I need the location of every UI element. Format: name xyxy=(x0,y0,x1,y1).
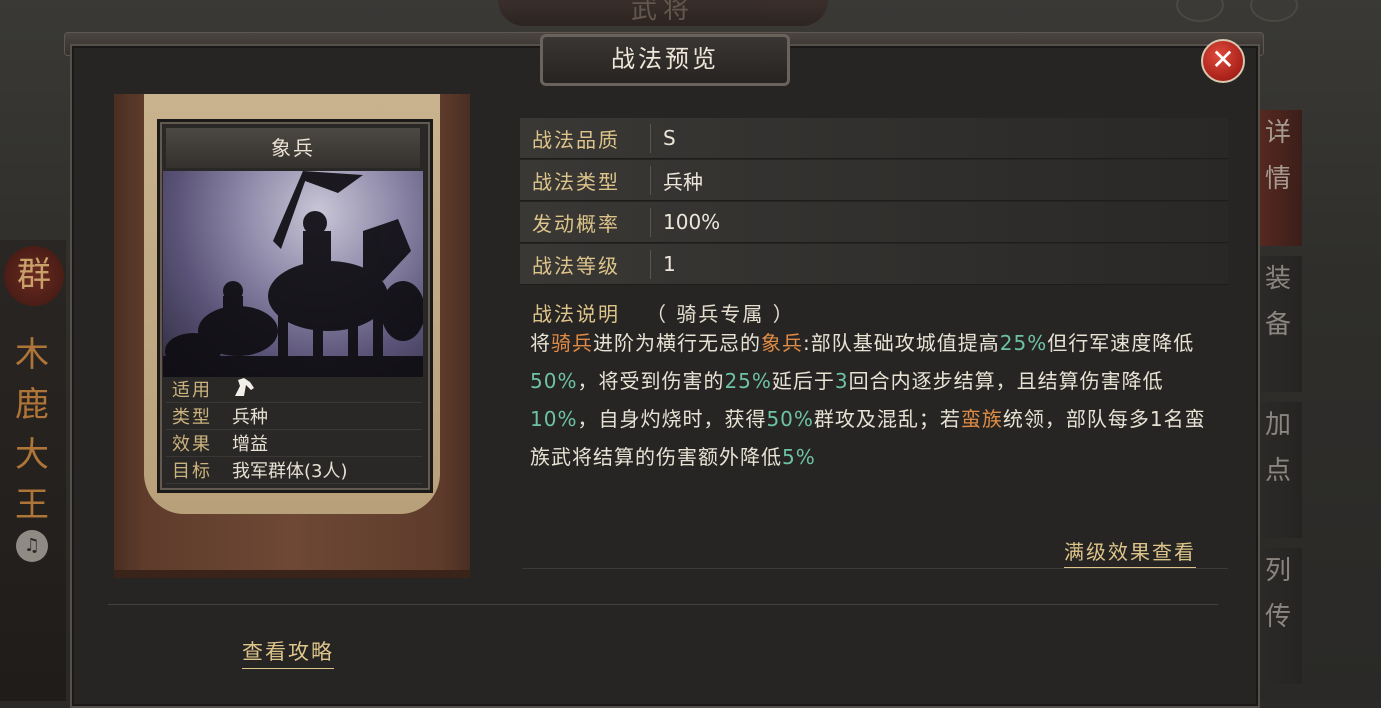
card-row-key: 目标 xyxy=(172,461,212,482)
card-row-value: 兵种 xyxy=(232,407,268,428)
description-label: 战法说明 xyxy=(532,302,620,326)
description-segment: 但行军速度降低 xyxy=(1047,331,1195,355)
description-segment: 群攻及混乱；若 xyxy=(813,407,961,431)
description-segment: 进阶为横行无忌的 xyxy=(593,331,761,355)
info-key: 战法等级 xyxy=(520,249,651,279)
card-title: 象兵 xyxy=(166,128,420,168)
card-attributes: 适用 类型 兵种 效果 增益 目标 我军群体(3人) xyxy=(166,376,422,484)
highlight-keyword: 象兵 xyxy=(761,331,803,355)
view-guide-link[interactable]: 查看攻略 xyxy=(242,636,334,669)
card-row-effect: 效果 增益 xyxy=(166,430,422,457)
horse-icon-svg xyxy=(235,377,254,396)
card-row-value: 增益 xyxy=(232,434,268,455)
info-row-rate: 发动概率 100% xyxy=(520,202,1228,243)
full-level-effect-link[interactable]: 满级效果查看 xyxy=(1064,536,1196,568)
info-key: 战法类型 xyxy=(520,165,651,195)
info-value: 100% xyxy=(663,210,721,234)
description-segment: 将 xyxy=(530,331,551,355)
tab-biography[interactable]: 列传 xyxy=(1254,548,1302,684)
close-icon[interactable]: ✕ xyxy=(1201,39,1245,83)
tab-equipment[interactable]: 装备 xyxy=(1254,256,1302,392)
highlight-keyword: 骑兵 xyxy=(551,331,593,355)
faction-seal: 群 xyxy=(4,246,64,306)
info-row-level: 战法等级 1 xyxy=(520,244,1228,285)
info-value: 1 xyxy=(663,252,676,276)
description-segment: :部队基础攻城值提高 xyxy=(803,331,1000,355)
highlight-number: 5% xyxy=(782,445,816,469)
background-title: 武将 xyxy=(498,0,828,26)
card-row-key: 类型 xyxy=(172,407,212,428)
tactic-info-table: 战法品质 S 战法类型 兵种 发动概率 100% 战法等级 1 xyxy=(520,118,1228,286)
side-tabs: 详情 装备 加点 列传 xyxy=(1254,110,1304,694)
info-value: S xyxy=(663,126,676,150)
cavalry-silhouette-image xyxy=(163,171,423,377)
description-divider xyxy=(522,568,1228,569)
highlight-keyword: 蛮族 xyxy=(960,407,1003,431)
highlight-number: 3 xyxy=(834,369,849,393)
info-row-quality: 战法品质 S xyxy=(520,118,1228,159)
card-row-key: 效果 xyxy=(172,434,212,455)
info-key: 战法品质 xyxy=(520,123,651,153)
card-row-value: 我军群体(3人) xyxy=(232,461,348,482)
highlight-number: 25% xyxy=(999,331,1048,355)
horse-icon xyxy=(232,376,258,403)
hero-name: 木鹿大王 xyxy=(15,335,49,525)
info-row-type: 战法类型 兵种 xyxy=(520,160,1228,201)
card-row-applicable: 适用 xyxy=(166,376,422,403)
voice-icon[interactable]: ♫ xyxy=(16,530,48,562)
info-value: 兵种 xyxy=(663,169,703,194)
info-key: 发动概率 xyxy=(520,207,651,237)
card-row-key: 适用 xyxy=(172,380,212,401)
description-segment: ，自身灼烧时，获得 xyxy=(577,407,767,431)
dialog-divider xyxy=(108,604,1218,605)
description-text: 将骑兵进阶为横行无忌的象兵:部队基础攻城值提高25%但行军速度降低50%，将受到… xyxy=(530,324,1220,476)
highlight-number: 50% xyxy=(766,407,814,431)
card-row-type: 类型 兵种 xyxy=(166,403,422,430)
highlight-number: 10% xyxy=(530,407,578,431)
description-segment: 延后于 xyxy=(771,369,835,393)
highlight-number: 50% xyxy=(530,369,578,393)
highlight-number: 25% xyxy=(724,369,772,393)
tab-points[interactable]: 加点 xyxy=(1254,402,1302,538)
tab-details[interactable]: 详情 xyxy=(1254,110,1302,246)
card-row-target: 目标 我军群体(3人) xyxy=(166,457,422,484)
description-header: 战法说明 （ 骑兵专属 ） xyxy=(532,298,795,327)
description-note: （ 骑兵专属 ） xyxy=(646,302,795,326)
description-segment: 回合内逐步结算，且结算伤害降低 xyxy=(848,369,1164,393)
card-artwork xyxy=(163,171,423,377)
dialog-title: 战法预览 xyxy=(540,34,790,86)
description-segment: ，将受到伤害的 xyxy=(577,369,725,393)
